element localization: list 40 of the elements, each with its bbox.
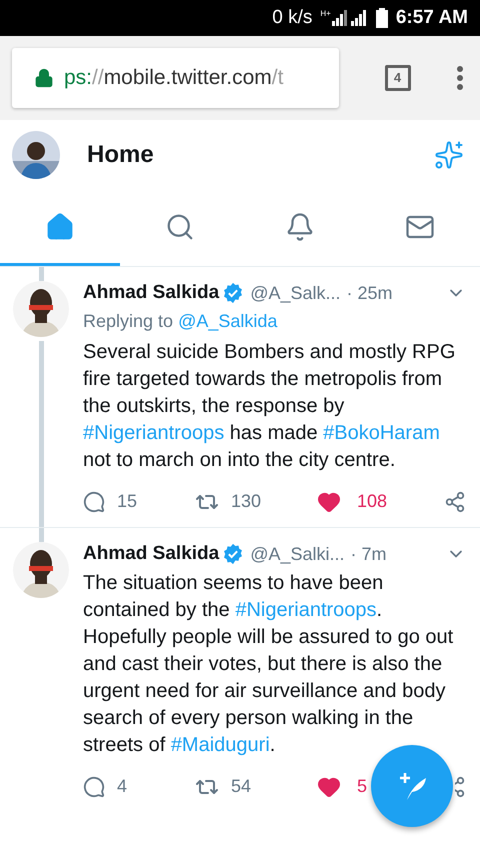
battery-icon — [376, 8, 388, 28]
search-icon — [165, 212, 195, 242]
reply-to-link[interactable]: @A_Salkida — [178, 311, 278, 331]
lock-icon — [34, 68, 54, 88]
compose-tweet-button[interactable] — [371, 745, 453, 827]
reply-icon[interactable] — [83, 490, 105, 512]
share-icon[interactable] — [444, 490, 466, 512]
clock: 6:57 AM — [396, 6, 468, 30]
user-handle: @A_Salk... — [250, 282, 341, 304]
like-count: 108 — [357, 490, 388, 513]
network-type: H+ — [320, 10, 331, 18]
address-bar[interactable]: ps://mobile.twitter.com/t — [12, 48, 339, 108]
tab-count-button[interactable]: 4 — [384, 65, 410, 91]
tweet-time: · 7m — [350, 542, 387, 566]
reply-count: 15 — [117, 490, 138, 513]
author-name[interactable]: Ahmad Salkida — [83, 278, 220, 308]
replying-to-label: Replying to — [83, 311, 174, 331]
author-name[interactable]: Ahmad Salkida — [83, 540, 220, 568]
url-text: ps://mobile.twitter.com/t — [64, 65, 284, 92]
tweet-text: Several suicide Bombers and mostly RPG fire targeted towards the metropolis from the outskirts, the response by #Nigeriantroops has made #BokoHaram not to march on into the city centre. — [83, 340, 456, 473]
reply-count: 4 — [117, 775, 128, 798]
like-count: 5 — [357, 775, 368, 798]
share-icon[interactable] — [455, 776, 466, 798]
hashtag-link[interactable]: #Maiduguri — [170, 734, 270, 756]
more-options-icon[interactable] — [456, 66, 464, 90]
sparkle-icon[interactable] — [434, 140, 464, 170]
tweet-text: The situation seems to have been contained by the #Nigeriantroops. Hopefully people will be assured to go out and cast their votes, but there is also the urgent need for air surveillance and body search of every person walking in the streets of #Maiduguri. — [83, 571, 454, 758]
retweet-count: 130 — [231, 490, 262, 513]
hashtag-link[interactable]: #Nigeriantroops — [83, 422, 224, 444]
tweet-time: · 25m — [346, 282, 393, 304]
reply-icon[interactable] — [83, 776, 105, 798]
signal-icon — [332, 10, 368, 26]
page-title: Home — [87, 140, 155, 170]
hashtag-link[interactable]: #BokoHaram — [323, 422, 440, 444]
home-icon — [45, 212, 75, 242]
network-speed: 0 k/s — [272, 6, 312, 30]
bell-icon — [285, 212, 315, 242]
hashtag-link[interactable]: #Nigeriantroops — [235, 599, 377, 621]
retweet-count: 54 — [231, 775, 252, 798]
user-handle: @A_Salki... — [250, 542, 345, 566]
